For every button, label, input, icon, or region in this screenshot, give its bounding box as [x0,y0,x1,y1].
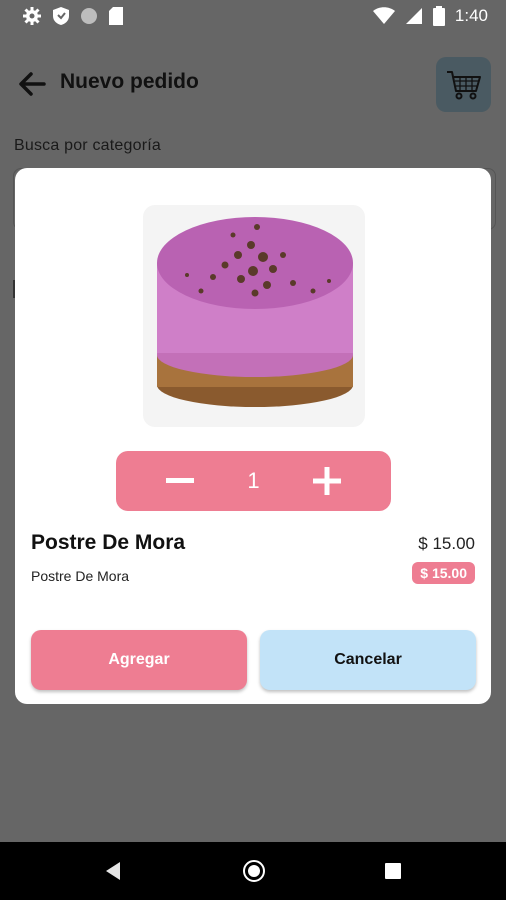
cake-photo [157,217,353,407]
nav-recent-icon[interactable] [385,863,401,879]
signal-icon [405,8,422,24]
quantity-stepper: 1 [116,451,391,511]
status-left-icons [22,6,124,26]
status-right-icons: 1:40 [372,6,488,26]
product-description: Postre De Mora [31,568,130,584]
gear-icon [23,7,41,25]
product-image [143,205,365,427]
status-time: 1:40 [454,6,488,25]
navigation-bar [0,842,506,900]
quantity-value: 1 [247,468,260,493]
cancel-button[interactable]: Cancelar [260,630,476,690]
shield-icon [53,7,69,25]
sd-card-icon [109,7,123,25]
nav-home-icon[interactable] [242,859,266,883]
category-label: Busca por categoría [14,137,161,154]
product-price: $ 15.00 [418,534,475,553]
cart-button[interactable] [436,57,491,112]
circle-icon [81,8,97,24]
product-dialog: 1 Postre De Mora Postre De Mora $ 15.00 … [15,168,491,704]
plus-icon[interactable] [312,466,342,496]
wifi-icon [372,7,395,24]
page-title: Nuevo pedido [60,70,199,93]
product-name: Postre De Mora [31,531,186,554]
battery-icon [432,6,445,26]
add-button[interactable]: Agregar [31,630,247,690]
status-bar: 1:40 [0,0,506,34]
arrow-left-icon[interactable] [16,68,48,100]
price-badge: $ 15.00 [412,562,475,584]
nav-back-icon[interactable] [104,861,122,881]
shopping-cart-icon [446,70,481,99]
